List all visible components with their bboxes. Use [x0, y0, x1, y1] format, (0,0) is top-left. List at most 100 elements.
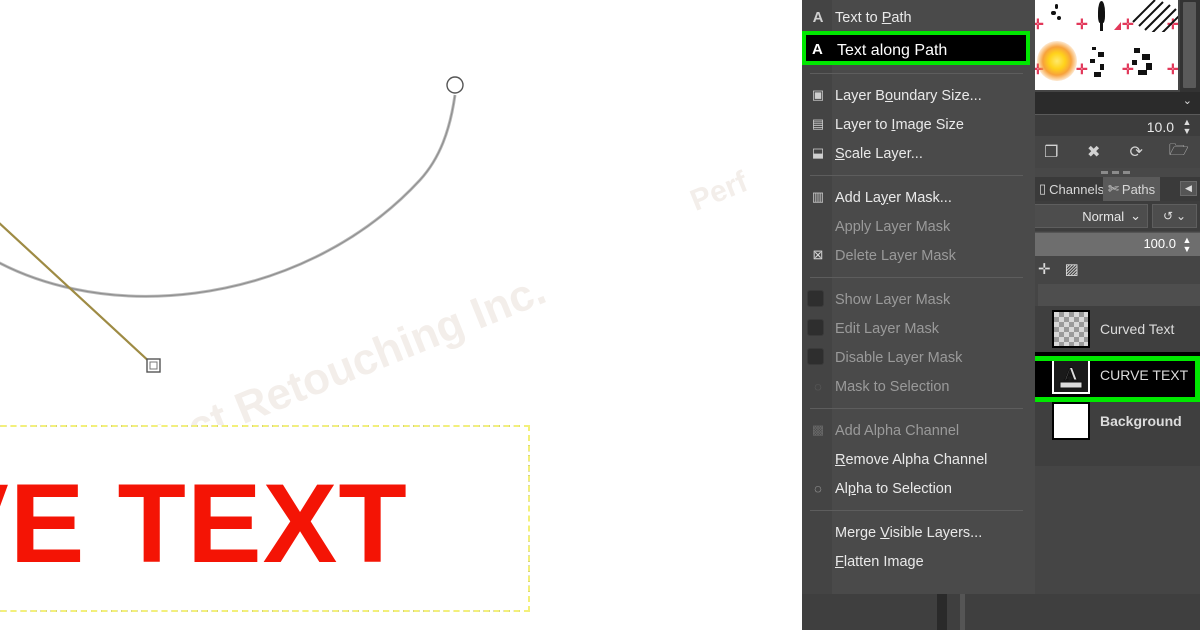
- text-along-path-icon: A: [812, 41, 823, 58]
- layer-lock-row: ✛ ▨: [1030, 256, 1200, 282]
- brush-size-value: 10.0: [1146, 119, 1174, 135]
- menu-item-remove-alpha-channel[interactable]: Remove Alpha Channel: [802, 445, 1035, 474]
- tab-paths[interactable]: ✄ Paths: [1103, 177, 1161, 201]
- menu-item-add-layer-mask[interactable]: ▥ Add Layer Mask...: [802, 183, 1035, 212]
- checkbox-icon: [807, 319, 824, 336]
- menu-item-label: Text to Path: [835, 9, 912, 26]
- layer-opacity-value: 100.0: [1143, 236, 1176, 251]
- text-layer-selection[interactable]: VE TEXT: [0, 425, 530, 612]
- brush-cross-icon: ✛: [1167, 61, 1178, 77]
- menu-item-add-alpha-channel: ▩ Add Alpha Channel: [802, 416, 1035, 445]
- dock-drag-grip[interactable]: [1030, 168, 1200, 177]
- tab-paths-label: Paths: [1121, 181, 1156, 197]
- path-anchor-point: [146, 358, 161, 373]
- tab-channels[interactable]: ▯ Channels: [1034, 177, 1109, 201]
- brush-soft-glow-preview: [1037, 41, 1077, 81]
- panel-divider: [960, 594, 965, 630]
- brush-size-stepper[interactable]: ▲ ▼: [1180, 118, 1194, 137]
- layer-name: Curved Text: [1100, 321, 1175, 337]
- menu-item-scale-layer[interactable]: ⬓ Scale Layer...: [802, 139, 1035, 168]
- layer-opacity-stepper[interactable]: ▲ ▼: [1180, 236, 1194, 255]
- dock-tabbar: ▯ Channels ✄ Paths ◀: [1030, 177, 1200, 201]
- collapse-arrow-icon[interactable]: ◀: [1180, 181, 1197, 196]
- brush-cross-icon: ✛: [1076, 16, 1088, 32]
- canvas-red-text: VE TEXT: [0, 461, 408, 586]
- menu-item-edit-layer-mask: Edit Layer Mask: [802, 314, 1035, 343]
- layer-opacity-slider[interactable]: 100.0 ▲ ▼: [1030, 232, 1200, 256]
- menu-item-label: Edit Layer Mask: [835, 320, 939, 337]
- duplicate-brush-icon[interactable]: ❐: [1040, 141, 1062, 163]
- checkbox-icon: [807, 290, 824, 307]
- right-dock: ✛ ✛ ✛ ✛ ✛ ✛ ✛ ⌄ 10.0 ▲ ▼ ❐ ✖ ⟳ 🗁 ▯ Chann…: [1030, 0, 1200, 630]
- layer-mode-value: Normal: [1082, 208, 1125, 224]
- menu-item-disable-layer-mask: Disable Layer Mask: [802, 343, 1035, 372]
- undo-history-button[interactable]: ↺ ⌄: [1152, 204, 1197, 228]
- text-layer-icon: A: [1059, 364, 1083, 389]
- refresh-brushes-icon[interactable]: ⟳: [1125, 141, 1147, 163]
- mask-to-selection-icon: ◌: [814, 378, 822, 394]
- menu-item-merge-visible-layers[interactable]: Merge Visible Layers...: [802, 518, 1035, 547]
- menu-item-label: Disable Layer Mask: [835, 349, 963, 366]
- layer-to-image-icon: ▤: [811, 116, 825, 131]
- open-brush-icon[interactable]: 🗁: [1168, 141, 1190, 163]
- layer-row-curved-text[interactable]: Curved Text: [1030, 306, 1200, 352]
- menu-item-delete-layer-mask: ⊠ Delete Layer Mask: [802, 241, 1035, 270]
- menu-item-layer-boundary-size[interactable]: ▣ Layer Boundary Size...: [802, 81, 1035, 110]
- layer-row-curve-text[interactable]: A CURVE TEXT: [1030, 352, 1200, 398]
- channels-icon: ▯: [1039, 181, 1047, 196]
- add-layer-mask-icon: ▥: [811, 189, 825, 204]
- layer-thumbnail: [1052, 402, 1090, 440]
- menu-item-layer-to-image-size[interactable]: ▤ Layer to Image Size: [802, 110, 1035, 139]
- menu-item-label: Remove Alpha Channel: [835, 451, 988, 468]
- brushes-scrollbar[interactable]: [1180, 0, 1200, 92]
- brushes-toolbar: ❐ ✖ ⟳ 🗁: [1030, 136, 1200, 168]
- brush-cross-icon: ✛: [1076, 61, 1088, 77]
- gimp-screenshot: Perfect Retouching Inc. Perf VE TEXT ✛ ✛…: [0, 0, 1200, 630]
- layer-context-menu: A Text to Path ▣ Layer Boundary Size... …: [802, 0, 1035, 594]
- panel-divider: [937, 594, 947, 630]
- brush-hatch-preview: [1132, 0, 1178, 32]
- alpha-to-selection-icon: ◌: [814, 480, 822, 496]
- layer-list-header: [1038, 284, 1200, 306]
- path-handle-line: [0, 222, 154, 366]
- checkbox-icon: [807, 348, 824, 365]
- menu-separator: [810, 510, 1023, 511]
- menu-item-text-along-path[interactable]: A Text along Path: [802, 31, 1030, 65]
- menu-separator: [810, 175, 1023, 176]
- menu-item-label: Add Layer Mask...: [835, 189, 952, 206]
- menu-item-label: Apply Layer Mask: [835, 218, 951, 235]
- layer-boundary-icon: ▣: [811, 87, 825, 102]
- layer-row-background[interactable]: Background: [1030, 398, 1200, 444]
- menu-item-label: Show Layer Mask: [835, 291, 951, 308]
- brushes-preview-panel[interactable]: ✛ ✛ ✛ ✛ ✛ ✛ ✛: [1034, 0, 1178, 90]
- layer-mode-dropdown[interactable]: Normal ⌄: [1032, 204, 1148, 228]
- menu-item-alpha-to-selection[interactable]: ◌ Alpha to Selection: [802, 474, 1035, 503]
- image-canvas[interactable]: Perfect Retouching Inc. Perf VE TEXT: [0, 0, 805, 630]
- alpha-channel-icon: ▩: [811, 422, 825, 437]
- layer-thumbnail: A: [1052, 356, 1090, 394]
- menu-item-label: Mask to Selection: [835, 378, 950, 395]
- lock-alpha-icon[interactable]: ▨: [1065, 260, 1079, 278]
- paths-icon: ✄: [1108, 181, 1119, 196]
- chevron-down-icon: ⌄: [1182, 95, 1192, 107]
- layer-name: CURVE TEXT: [1100, 367, 1189, 383]
- statusbar-area: [802, 594, 1200, 630]
- delete-brush-icon[interactable]: ✖: [1083, 141, 1105, 163]
- scale-layer-icon: ⬓: [811, 145, 825, 160]
- path-anchor-handle: [446, 76, 464, 94]
- menu-item-label: Delete Layer Mask: [835, 247, 956, 264]
- menu-item-text-to-path[interactable]: A Text to Path: [802, 3, 1035, 32]
- menu-item-label: Alpha to Selection: [835, 480, 952, 497]
- menu-item-label: Add Alpha Channel: [835, 422, 960, 439]
- menu-item-flatten-image[interactable]: Flatten Image: [802, 547, 1035, 576]
- menu-separator: [810, 408, 1023, 409]
- path-stroke-outline: [0, 94, 457, 298]
- menu-item-mask-to-selection: ◌ Mask to Selection: [802, 372, 1035, 401]
- brush-selector-bar[interactable]: ⌄: [1030, 92, 1200, 114]
- layer-name: Background: [1100, 413, 1182, 429]
- menu-item-label: Layer to Image Size: [835, 116, 964, 133]
- delete-layer-mask-icon: ⊠: [812, 247, 824, 262]
- lock-position-icon[interactable]: ✛: [1038, 260, 1051, 278]
- menu-item-show-layer-mask: Show Layer Mask: [802, 285, 1035, 314]
- menu-item-label: Layer Boundary Size...: [835, 87, 982, 104]
